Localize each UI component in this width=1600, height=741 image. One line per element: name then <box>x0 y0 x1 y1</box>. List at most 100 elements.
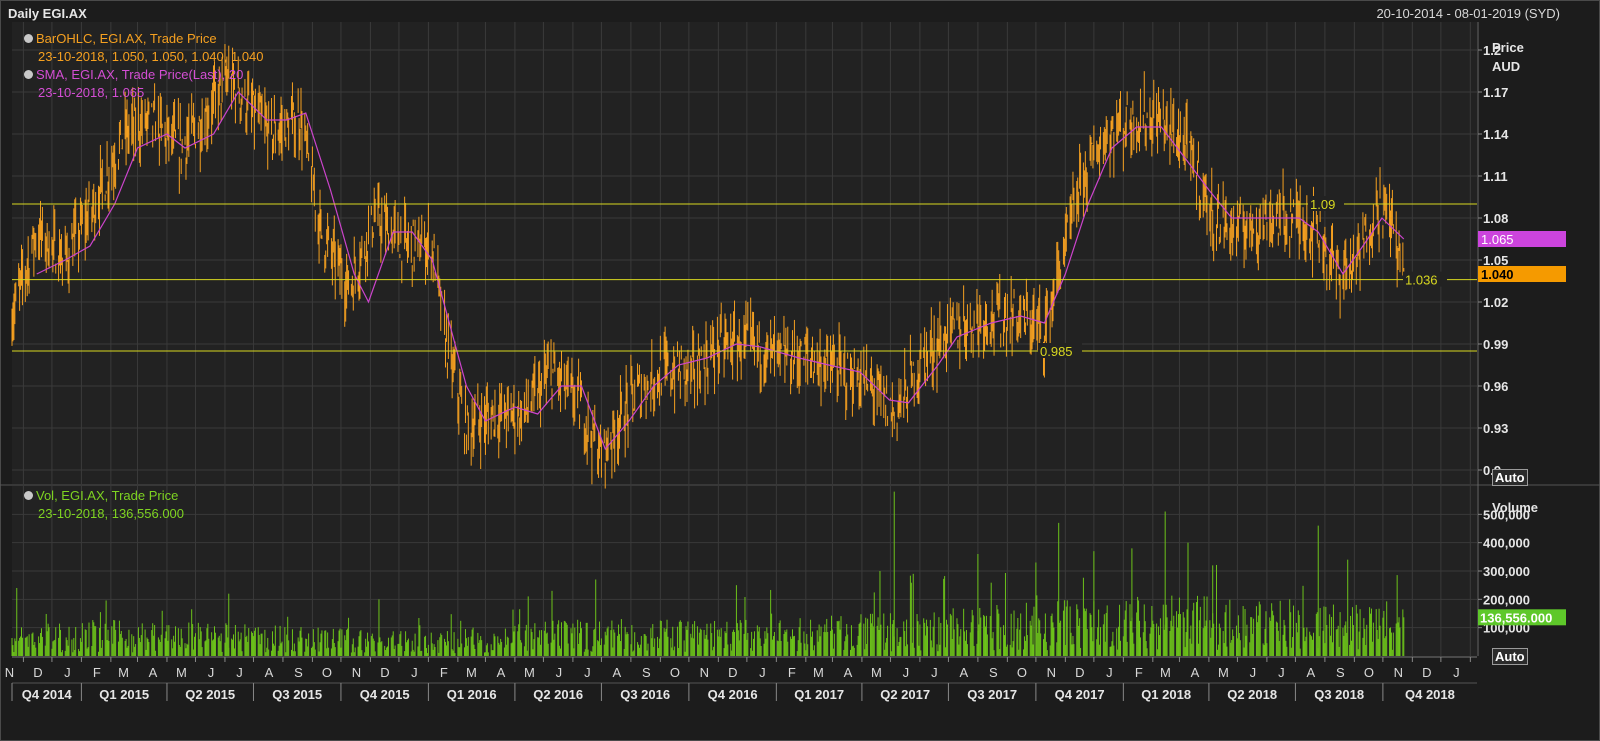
price-legend: BarOHLC, EGI.AX, Trade Price 23-10-2018,… <box>24 30 264 102</box>
month-tick-label: O <box>322 665 332 680</box>
volume-legend-values: 23-10-2018, 136,556.000 <box>38 506 185 521</box>
month-tick-label: F <box>93 665 101 680</box>
month-tick-label: J <box>208 665 215 680</box>
chart-canvas[interactable]: 0.90.930.960.991.021.051.081.111.141.171… <box>0 0 1600 741</box>
month-tick-label: O <box>1017 665 1027 680</box>
month-tick-label: J <box>931 665 938 680</box>
quarter-tick-label: Q1 2018 <box>1141 687 1191 702</box>
price-tick-label: 1.17 <box>1483 85 1508 100</box>
quarter-tick-label: Q2 2017 <box>880 687 930 702</box>
quarter-tick-label: Q2 2018 <box>1227 687 1277 702</box>
month-tick-label: M <box>1218 665 1229 680</box>
quarter-tick-label: Q4 2014 <box>22 687 73 702</box>
month-tick-label: A <box>1191 665 1200 680</box>
price-tick-label: 1.05 <box>1483 253 1508 268</box>
sma-last-value: 1.065 <box>1481 232 1514 247</box>
month-tick-label: J <box>1278 665 1285 680</box>
reference-line-label: 1.036 <box>1405 273 1438 288</box>
month-tick-label: S <box>989 665 998 680</box>
month-tick-label: D <box>380 665 389 680</box>
quarter-tick-label: Q1 2017 <box>794 687 844 702</box>
month-tick-label: M <box>813 665 824 680</box>
month-tick-label: M <box>466 665 477 680</box>
month-tick-label: M <box>176 665 187 680</box>
close-last-value: 1.040 <box>1481 267 1514 282</box>
quarter-tick-label: Q2 2015 <box>185 687 235 702</box>
month-tick-label: N <box>1394 665 1403 680</box>
reference-line-label: 1.09 <box>1310 197 1335 212</box>
price-tick-label: 0.96 <box>1483 379 1508 394</box>
price-axis-title: Price <box>1492 40 1524 55</box>
month-tick-label: J <box>759 665 766 680</box>
quarter-tick-label: Q4 2015 <box>360 687 410 702</box>
ohlc-legend-name[interactable]: BarOHLC, EGI.AX, Trade Price <box>24 30 264 48</box>
price-tick-label: 0.99 <box>1483 337 1508 352</box>
volume-tick-label: 300,000 <box>1483 564 1530 579</box>
volume-last-value: 136,556.000 <box>1480 610 1552 625</box>
legend-toggle-icon[interactable] <box>24 70 33 79</box>
date-range: 20-10-2014 - 08-01-2019 (SYD) <box>1376 6 1560 21</box>
month-tick-label: J <box>556 665 563 680</box>
month-tick-label: M <box>1160 665 1171 680</box>
month-tick-label: J <box>1250 665 1257 680</box>
month-tick-label: A <box>149 665 158 680</box>
month-tick-label: M <box>871 665 882 680</box>
month-tick-label: O <box>670 665 680 680</box>
month-tick-label: A <box>844 665 853 680</box>
month-tick-label: D <box>33 665 42 680</box>
ohlc-legend-values: 23-10-2018, 1.050, 1.050, 1.040, 1.040 <box>38 49 264 64</box>
month-tick-label: N <box>5 665 14 680</box>
volume-tick-label: 200,000 <box>1483 592 1530 607</box>
sma-legend-values: 23-10-2018, 1.065 <box>38 85 145 100</box>
month-tick-label: O <box>1364 665 1374 680</box>
month-tick-label: D <box>1075 665 1084 680</box>
price-auto-scale-button[interactable]: Auto <box>1492 469 1528 486</box>
month-tick-label: J <box>903 665 910 680</box>
month-tick-label: J <box>584 665 591 680</box>
month-tick-label: N <box>352 665 361 680</box>
month-tick-label: J <box>64 665 71 680</box>
price-tick-label: 1.14 <box>1483 127 1509 142</box>
quarter-tick-label: Q1 2015 <box>99 687 149 702</box>
volume-auto-scale-button[interactable]: Auto <box>1492 648 1528 665</box>
price-tick-label: 1.08 <box>1483 211 1508 226</box>
quarter-tick-label: Q3 2015 <box>272 687 322 702</box>
month-tick-label: D <box>1422 665 1431 680</box>
legend-toggle-icon[interactable] <box>24 34 33 43</box>
price-axis-unit: AUD <box>1492 59 1521 74</box>
price-tick-label: 1.02 <box>1483 295 1508 310</box>
legend-toggle-icon[interactable] <box>24 491 33 500</box>
month-tick-label: A <box>1307 665 1316 680</box>
quarter-tick-label: Q3 2016 <box>620 687 670 702</box>
quarter-tick-label: Q3 2017 <box>967 687 1017 702</box>
month-tick-label: S <box>1336 665 1345 680</box>
month-tick-label: A <box>497 665 506 680</box>
month-tick-label: J <box>1106 665 1113 680</box>
quarter-tick-label: Q4 2017 <box>1055 687 1105 702</box>
month-tick-label: A <box>960 665 969 680</box>
month-tick-label: A <box>265 665 274 680</box>
price-tick-label: 0.93 <box>1483 421 1508 436</box>
chart-title: Daily EGI.AX <box>8 6 87 21</box>
quarter-tick-label: Q4 2018 <box>1405 687 1455 702</box>
quarter-tick-label: Q2 2016 <box>533 687 583 702</box>
month-tick-label: M <box>118 665 129 680</box>
month-tick-label: S <box>294 665 303 680</box>
reference-line-label: 0.985 <box>1040 344 1073 359</box>
month-tick-label: M <box>524 665 535 680</box>
sma-legend-name[interactable]: SMA, EGI.AX, Trade Price(Last), 20 <box>24 66 264 84</box>
month-tick-label: J <box>236 665 243 680</box>
month-tick-label: F <box>788 665 796 680</box>
month-tick-label: J <box>1453 665 1460 680</box>
volume-axis-title: Volume <box>1492 500 1538 515</box>
month-tick-label: F <box>1135 665 1143 680</box>
price-tick-label: 1.11 <box>1483 169 1508 184</box>
month-tick-label: N <box>700 665 709 680</box>
month-tick-label: J <box>411 665 418 680</box>
month-tick-label: N <box>1047 665 1056 680</box>
quarter-tick-label: Q4 2016 <box>708 687 758 702</box>
volume-tick-label: 400,000 <box>1483 536 1530 551</box>
volume-legend-name[interactable]: Vol, EGI.AX, Trade Price <box>24 487 184 505</box>
quarter-tick-label: Q1 2016 <box>447 687 497 702</box>
month-tick-label: A <box>613 665 622 680</box>
